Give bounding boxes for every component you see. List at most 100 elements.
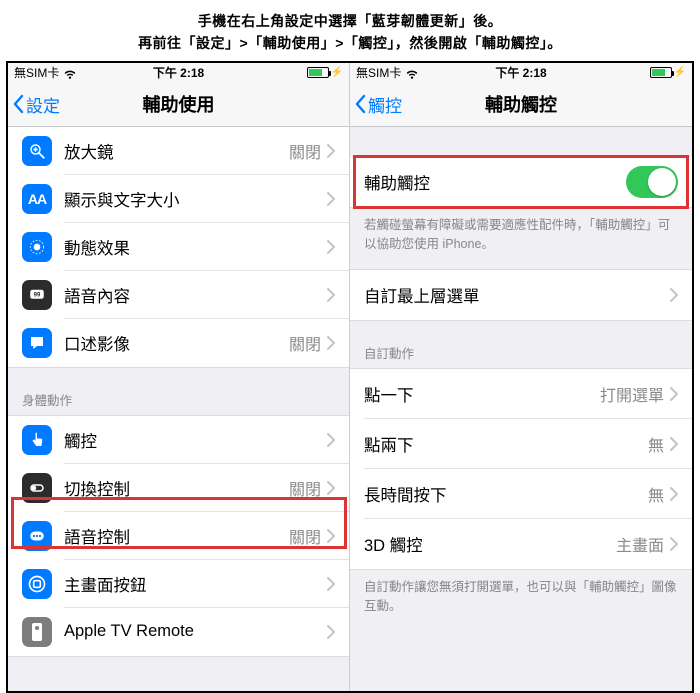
screenshots-frame: 無SIM卡 下午 2:18 ⚡ 設定 輔助使用 放大鏡關閉AA顯示與文字大小動態… bbox=[6, 61, 694, 693]
chevron-left-icon bbox=[354, 94, 366, 114]
chevron-right-icon bbox=[670, 437, 678, 451]
chevron-right-icon bbox=[327, 625, 335, 639]
carrier-text: 無SIM卡 bbox=[356, 64, 401, 81]
list-item[interactable]: 3D 觸控 主畫面 bbox=[350, 519, 692, 569]
list-item[interactable]: Apple TV Remote bbox=[8, 608, 349, 656]
clock-text: 下午 2:18 bbox=[153, 64, 204, 81]
section-header-body: 身體動作 bbox=[8, 368, 349, 415]
list-item[interactable]: AA 顯示與文字大小 bbox=[8, 175, 349, 223]
list-item[interactable]: 觸控 bbox=[8, 416, 349, 464]
wifi-icon bbox=[63, 66, 77, 80]
phone-left: 無SIM卡 下午 2:18 ⚡ 設定 輔助使用 放大鏡關閉AA顯示與文字大小動態… bbox=[8, 63, 350, 691]
chevron-right-icon bbox=[670, 487, 678, 501]
row-detail: 關閉 bbox=[289, 331, 321, 355]
actions-header: 自訂動作 bbox=[350, 321, 692, 368]
left-content[interactable]: 放大鏡關閉AA顯示與文字大小動態效果99語音內容口述影像關閉 身體動作 觸控切換… bbox=[8, 127, 349, 691]
chevron-right-icon bbox=[327, 144, 335, 158]
list-item[interactable]: 點兩下 無 bbox=[350, 419, 692, 469]
chevron-right-icon bbox=[327, 192, 335, 206]
chevron-right-icon bbox=[327, 529, 335, 543]
chevron-right-icon bbox=[327, 240, 335, 254]
row-label: 動態效果 bbox=[64, 235, 130, 259]
chevron-right-icon bbox=[327, 288, 335, 302]
row-label: 語音內容 bbox=[64, 283, 130, 307]
row-label: Apple TV Remote bbox=[64, 622, 194, 641]
charging-icon: ⚡ bbox=[331, 67, 343, 78]
charging-icon: ⚡ bbox=[674, 67, 686, 78]
assistive-touch-toggle[interactable] bbox=[626, 166, 678, 198]
chevron-right-icon bbox=[327, 336, 335, 350]
row-detail: 無 bbox=[648, 432, 664, 456]
motion-icon bbox=[22, 232, 52, 262]
row-label: 切換控制 bbox=[64, 476, 130, 500]
chevron-left-icon bbox=[12, 94, 24, 114]
speech-icon: 99 bbox=[22, 280, 52, 310]
row-detail: 關閉 bbox=[289, 139, 321, 163]
carrier-text: 無SIM卡 bbox=[14, 64, 59, 81]
nav-header: 觸控 輔助觸控 bbox=[350, 83, 692, 127]
battery-icon bbox=[307, 67, 329, 78]
tv-icon bbox=[22, 617, 52, 647]
toggle-footer-text: 若觸碰螢幕有障礙或需要適應性配件時，「輔助觸控」可以協助您使用 iPhone。 bbox=[350, 208, 692, 262]
row-label: 口述影像 bbox=[64, 331, 130, 355]
row-label: 主畫面按鈕 bbox=[64, 572, 147, 596]
row-label: 點一下 bbox=[364, 382, 414, 406]
row-label: 觸控 bbox=[64, 428, 97, 452]
phone-right: 無SIM卡 下午 2:18 ⚡ 觸控 輔助觸控 輔助觸控 若觸碰 bbox=[350, 63, 692, 691]
list-item[interactable]: 點一下 打開選單 bbox=[350, 369, 692, 419]
chevron-right-icon bbox=[670, 288, 678, 302]
list-item[interactable]: 主畫面按鈕 bbox=[8, 560, 349, 608]
list-item[interactable]: 切換控制 關閉 bbox=[8, 464, 349, 512]
row-label: 顯示與文字大小 bbox=[64, 187, 180, 211]
right-content[interactable]: 輔助觸控 若觸碰螢幕有障礙或需要適應性配件時，「輔助觸控」可以協助您使用 iPh… bbox=[350, 127, 692, 691]
battery-icon bbox=[650, 67, 672, 78]
list-item[interactable]: 口述影像 關閉 bbox=[8, 319, 349, 367]
row-label: 長時間按下 bbox=[364, 482, 447, 506]
aa-icon: AA bbox=[22, 184, 52, 214]
caption-icon bbox=[22, 328, 52, 358]
back-button[interactable]: 設定 bbox=[8, 92, 60, 117]
list-item[interactable]: 放大鏡 關閉 bbox=[8, 127, 349, 175]
row-detail: 打開選單 bbox=[600, 382, 664, 406]
chevron-right-icon bbox=[327, 433, 335, 447]
row-label: 3D 觸控 bbox=[364, 532, 423, 556]
magnifier-icon bbox=[22, 136, 52, 166]
nav-header: 設定 輔助使用 bbox=[8, 83, 349, 127]
instruction-line-1: 手機在右上角設定中選擇「藍芽韌體更新」後。 bbox=[18, 10, 682, 32]
row-label: 放大鏡 bbox=[64, 139, 114, 163]
row-detail: 無 bbox=[648, 482, 664, 506]
chevron-right-icon bbox=[670, 537, 678, 551]
chevron-right-icon bbox=[327, 481, 335, 495]
voice-icon bbox=[22, 521, 52, 551]
toggle-label: 輔助觸控 bbox=[364, 170, 430, 194]
row-detail: 關閉 bbox=[289, 476, 321, 500]
back-button[interactable]: 觸控 bbox=[350, 92, 402, 117]
actions-footer-text: 自訂動作讓您無須打開選單，也可以與「輔助觸控」圖像互動。 bbox=[350, 570, 692, 624]
list-item[interactable]: 長時間按下 無 bbox=[350, 469, 692, 519]
wifi-icon bbox=[405, 66, 419, 80]
status-bar: 無SIM卡 下午 2:18 ⚡ bbox=[350, 63, 692, 83]
page-title: 輔助觸控 bbox=[485, 91, 557, 117]
row-detail: 關閉 bbox=[289, 524, 321, 548]
status-bar: 無SIM卡 下午 2:18 ⚡ bbox=[8, 63, 349, 83]
back-label: 觸控 bbox=[368, 92, 402, 117]
touch-icon bbox=[22, 425, 52, 455]
row-label: 語音控制 bbox=[64, 524, 130, 548]
svg-text:99: 99 bbox=[34, 292, 41, 298]
row-label: 自訂最上層選單 bbox=[364, 283, 480, 307]
list-item[interactable]: 語音控制 關閉 bbox=[8, 512, 349, 560]
row-label: 點兩下 bbox=[364, 432, 414, 456]
row-detail: 主畫面 bbox=[616, 532, 664, 556]
back-label: 設定 bbox=[26, 92, 60, 117]
custom-top-menu-row[interactable]: 自訂最上層選單 bbox=[350, 270, 692, 320]
home-icon bbox=[22, 569, 52, 599]
instruction-line-2: 再前往「設定」>「輔助使用」>「觸控」，然後開啟「輔助觸控」。 bbox=[18, 32, 682, 54]
list-item[interactable]: 動態效果 bbox=[8, 223, 349, 271]
switch-icon bbox=[22, 473, 52, 503]
list-item[interactable]: 99 語音內容 bbox=[8, 271, 349, 319]
chevron-right-icon bbox=[670, 387, 678, 401]
clock-text: 下午 2:18 bbox=[495, 64, 546, 81]
page-title: 輔助使用 bbox=[143, 91, 215, 117]
assistive-touch-toggle-row[interactable]: 輔助觸控 bbox=[350, 157, 692, 207]
chevron-right-icon bbox=[327, 577, 335, 591]
